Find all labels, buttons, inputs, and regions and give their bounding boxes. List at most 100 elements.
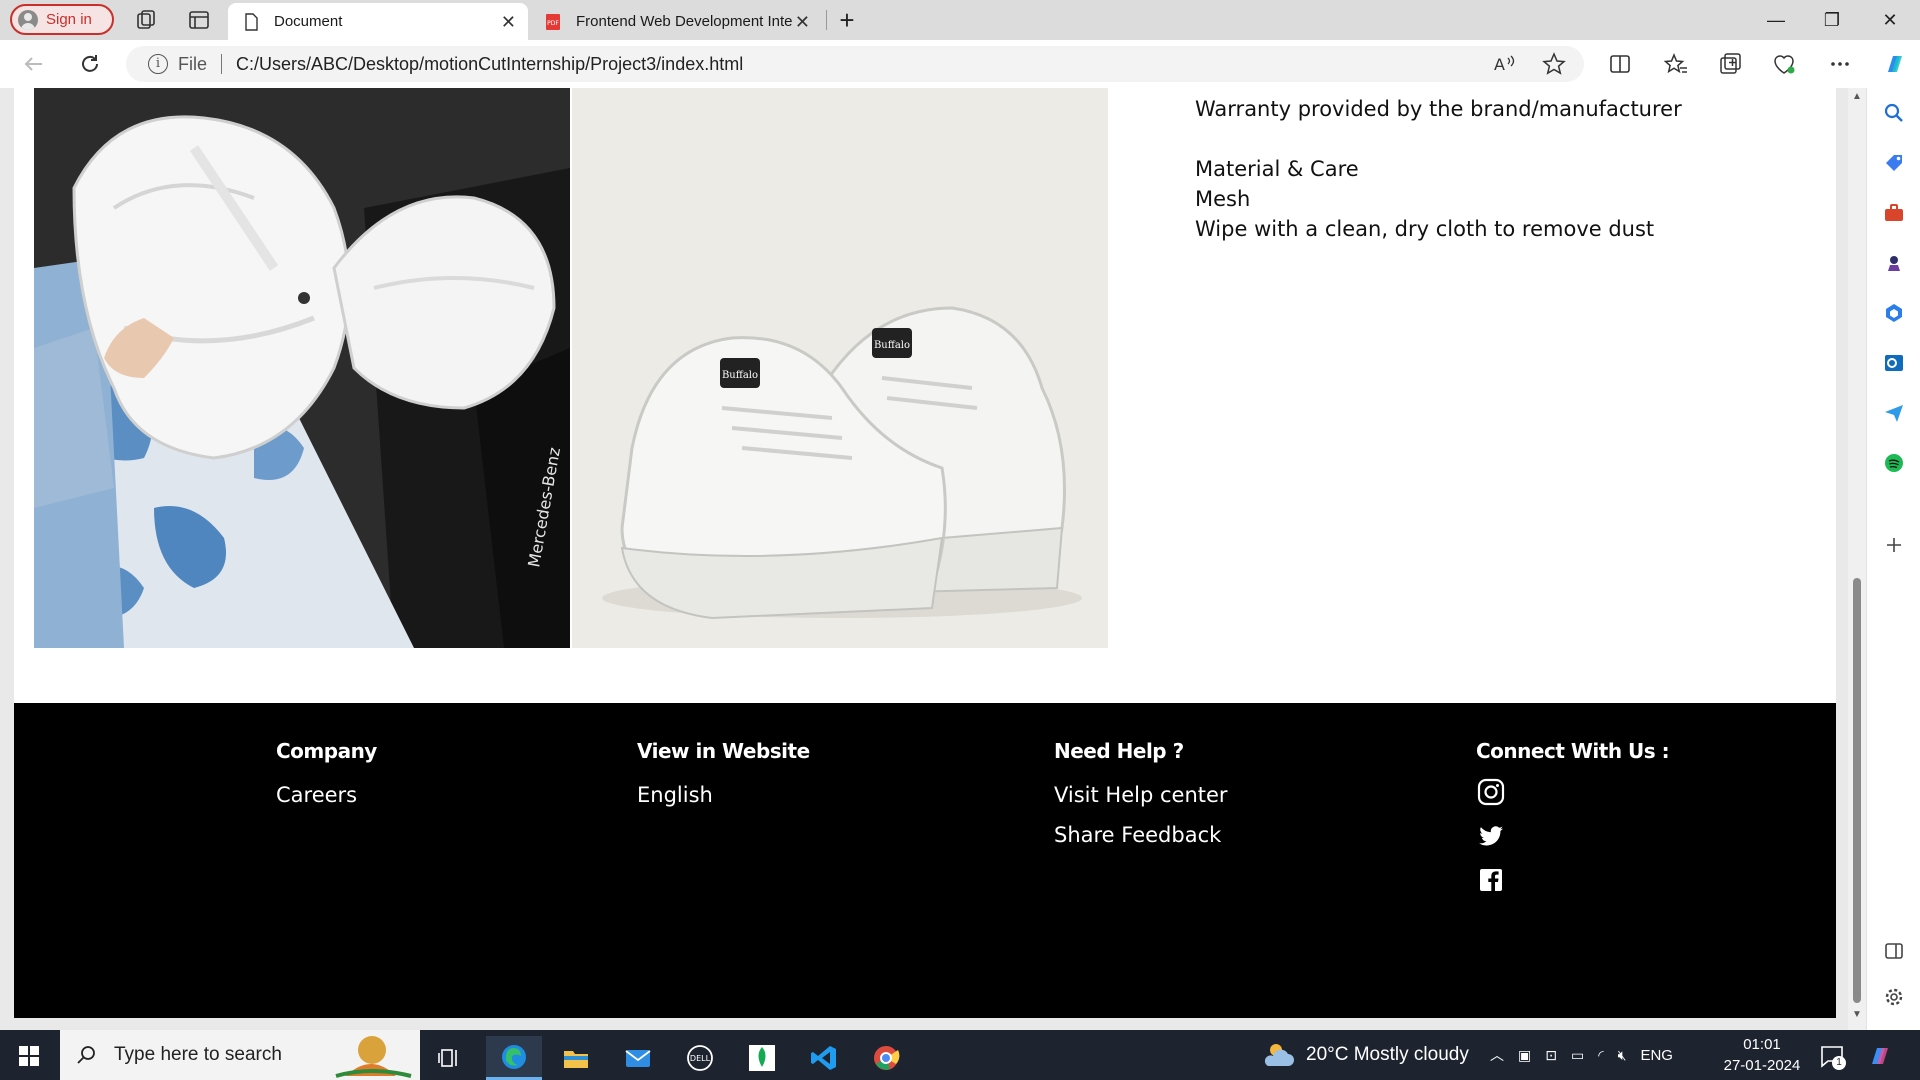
favorites-icon[interactable] (1662, 50, 1690, 78)
url-scheme: File (178, 53, 208, 74)
tools-icon[interactable] (1883, 202, 1905, 224)
tab-title: Document (274, 13, 343, 30)
close-tab-icon[interactable]: ✕ (501, 12, 516, 33)
notification-center-button[interactable]: 1 (1818, 1042, 1846, 1070)
battery-icon[interactable]: ▭ (1571, 1047, 1584, 1064)
taskbar-file-explorer[interactable] (548, 1036, 604, 1080)
description-line: Mesh (1195, 187, 1251, 211)
footer-heading: Company (276, 739, 377, 763)
tab-frontend-pdf[interactable]: PDF Frontend Web Development Inte ✕ (530, 3, 822, 40)
spotify-icon[interactable] (1883, 452, 1905, 474)
meet-now-icon[interactable]: ▣ (1518, 1047, 1531, 1064)
refresh-icon[interactable] (76, 50, 104, 78)
browser-essentials-icon[interactable] (1770, 50, 1798, 78)
site-info-icon[interactable]: i (148, 54, 168, 74)
sneaker-pair-illustration: Buffalo Buffalo (572, 88, 1108, 648)
footer-heading: Connect With Us : (1476, 739, 1670, 763)
microsoft-365-icon[interactable] (1883, 302, 1905, 324)
tab-document[interactable]: Document ✕ (228, 3, 528, 40)
edge-icon (502, 1044, 526, 1069)
add-app-icon[interactable] (1883, 534, 1905, 556)
copilot-icon (1872, 1048, 1888, 1064)
send-drop-icon[interactable] (1883, 402, 1905, 424)
product-description: Warranty provided by the brand/manufactu… (1195, 94, 1682, 244)
taskbar-dell[interactable]: DELL (672, 1036, 728, 1080)
url-text[interactable]: C:/Users/ABC/Desktop/motionCutInternship… (236, 54, 743, 75)
split-screen-icon[interactable] (1606, 50, 1634, 78)
svg-text:A: A (1494, 55, 1505, 74)
copilot-taskbar-button[interactable] (1866, 1042, 1894, 1070)
chevron-up-icon[interactable]: ︿ (1490, 1045, 1504, 1065)
taskbar-search-box[interactable]: Type here to search (60, 1030, 420, 1080)
taskbar-mail[interactable] (610, 1036, 666, 1080)
share-feedback-link[interactable]: Share Feedback (1054, 823, 1228, 847)
browser-title-bar: Sign in Document ✕ PDF Frontend Web Deve… (0, 0, 1920, 40)
sign-in-button[interactable]: Sign in (10, 4, 114, 35)
chrome-icon (874, 1046, 900, 1070)
clock-date: 27-01-2024 (1723, 1057, 1801, 1074)
back-arrow-icon[interactable] (20, 50, 48, 78)
search-icon (77, 1046, 95, 1064)
weather-widget[interactable]: 20°C Mostly cloudy (1262, 1030, 1469, 1080)
folder-icon (564, 1051, 588, 1068)
profile-avatar-icon (18, 9, 38, 30)
system-tray: ︿ ▣ ⊡ ▭ ◜ 🔇︎ ENG (1490, 1030, 1673, 1080)
weather-text: 20°C Mostly cloudy (1306, 1044, 1469, 1065)
close-window-button[interactable]: ✕ (1876, 6, 1904, 34)
worn-sneaker-illustration: Mercedes-Benz (34, 88, 570, 648)
page-scrollbar[interactable]: ▲ ▼ (1848, 88, 1866, 1030)
taskbar-vscode[interactable] (796, 1036, 852, 1080)
mongodb-icon (749, 1045, 775, 1071)
vscode-icon (811, 1046, 836, 1070)
more-options-icon[interactable] (1826, 50, 1854, 78)
close-tab-icon[interactable]: ✕ (795, 12, 810, 33)
windows-taskbar: Type here to search DELL 20°C Mostly clo… (0, 1030, 1920, 1080)
favorite-star-icon[interactable] (1540, 50, 1568, 78)
windows-start-icon[interactable] (18, 1045, 40, 1067)
projector-icon[interactable]: ⊡ (1545, 1047, 1557, 1064)
clock[interactable]: 01:01 27-01-2024 (1716, 1034, 1808, 1076)
outlook-icon[interactable] (1883, 352, 1905, 374)
task-view-icon[interactable] (422, 1036, 478, 1080)
restore-button[interactable]: ❐ (1818, 6, 1846, 34)
taskbar-chrome[interactable] (858, 1036, 914, 1080)
read-aloud-icon[interactable]: A (1490, 50, 1518, 78)
careers-link[interactable]: Careers (276, 783, 377, 807)
address-toolbar: i File C:/Users/ABC/Desktop/motionCutInt… (0, 40, 1920, 88)
sneaker-brand-label: Buffalo (874, 340, 910, 351)
twitter-icon[interactable] (1476, 821, 1506, 851)
settings-gear-icon[interactable] (1883, 986, 1905, 1008)
wifi-icon[interactable]: ◜ (1598, 1047, 1603, 1064)
footer-connect-column: Connect With Us : (1476, 739, 1670, 895)
footer-heading: Need Help ? (1054, 739, 1184, 763)
taskbar-mongodb[interactable] (734, 1036, 790, 1080)
search-icon[interactable] (1883, 102, 1905, 124)
tab-actions-icon[interactable] (187, 8, 211, 32)
description-line: Wipe with a clean, dry cloth to remove d… (1195, 217, 1655, 241)
help-center-link[interactable]: Visit Help center (1054, 783, 1228, 807)
scroll-down-arrow-icon[interactable]: ▼ (1852, 1010, 1862, 1020)
page-icon (245, 12, 258, 31)
product-photo-pair: Buffalo Buffalo (572, 88, 1108, 648)
scroll-up-arrow-icon[interactable]: ▲ (1852, 92, 1862, 102)
instagram-icon[interactable] (1476, 777, 1506, 807)
scrollbar-thumb[interactable] (1853, 578, 1861, 1003)
minimize-button[interactable]: — (1762, 6, 1790, 34)
shopping-tag-icon[interactable] (1883, 152, 1905, 174)
workspaces-icon[interactable] (134, 8, 158, 32)
language-link[interactable]: English (637, 783, 810, 807)
copilot-icon[interactable] (1880, 50, 1908, 78)
new-tab-button[interactable]: + (833, 6, 861, 34)
address-bar[interactable]: i File C:/Users/ABC/Desktop/motionCutInt… (126, 46, 1584, 82)
language-indicator[interactable]: ENG (1640, 1047, 1673, 1064)
hide-sidebar-icon[interactable] (1883, 940, 1905, 962)
volume-mute-icon[interactable]: 🔇︎ (1618, 1047, 1627, 1064)
cloudy-weather-icon (1264, 1044, 1294, 1066)
taskbar-edge[interactable] (486, 1036, 542, 1080)
footer-help-column: Need Help ? Visit Help center Share Feed… (1054, 739, 1228, 847)
games-icon[interactable] (1883, 252, 1905, 274)
dell-icon: DELL (687, 1045, 713, 1071)
collections-icon[interactable] (1716, 50, 1744, 78)
product-page: Mercedes-Benz Buffalo Buffalo Warranty p… (14, 88, 1836, 1018)
facebook-icon[interactable] (1476, 865, 1506, 895)
